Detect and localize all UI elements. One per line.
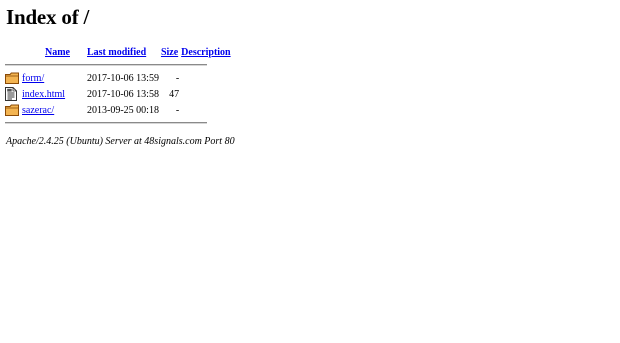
header-divider	[4, 60, 232, 70]
folder-icon	[5, 72, 19, 84]
entry-modified: 2017-10-06 13:58	[87, 88, 159, 100]
directory-listing: Name Last modified Size Description form…	[4, 44, 232, 128]
divider	[5, 64, 207, 66]
entry-description	[180, 86, 231, 102]
sort-by-last-modified-link[interactable]: Last modified	[87, 47, 146, 58]
file-text-icon	[5, 87, 17, 101]
table-row: sazerac/ 2013-09-25 00:18 -	[4, 102, 232, 118]
header-icon-spacer	[4, 44, 21, 60]
sort-by-description-link[interactable]: Description	[181, 47, 230, 58]
entry-size: -	[175, 72, 180, 84]
entry-description	[180, 102, 231, 118]
entry-link-sazerac[interactable]: sazerac/	[22, 105, 54, 116]
entry-modified: 2013-09-25 00:18	[87, 104, 159, 116]
folder-icon	[5, 104, 19, 116]
entry-link-form[interactable]: form/	[22, 73, 44, 84]
footer-divider	[4, 118, 232, 128]
sort-by-size-link[interactable]: Size	[161, 47, 178, 58]
table-row: form/ 2017-10-06 13:59 -	[4, 70, 232, 86]
table-row: index.html 2017-10-06 13:58 47	[4, 86, 232, 102]
entry-size: 47	[169, 88, 180, 100]
entry-description	[180, 70, 231, 86]
entry-size: -	[175, 104, 180, 116]
server-signature: Apache/2.4.25 (Ubuntu) Server at 48signa…	[6, 136, 235, 147]
sort-by-name-link[interactable]: Name	[45, 47, 70, 58]
entry-modified: 2017-10-06 13:59	[87, 72, 159, 84]
table-header: Name Last modified Size Description	[4, 44, 232, 60]
page-title: Index of /	[6, 5, 90, 29]
divider	[5, 122, 207, 124]
entry-link-index-html[interactable]: index.html	[22, 89, 65, 100]
